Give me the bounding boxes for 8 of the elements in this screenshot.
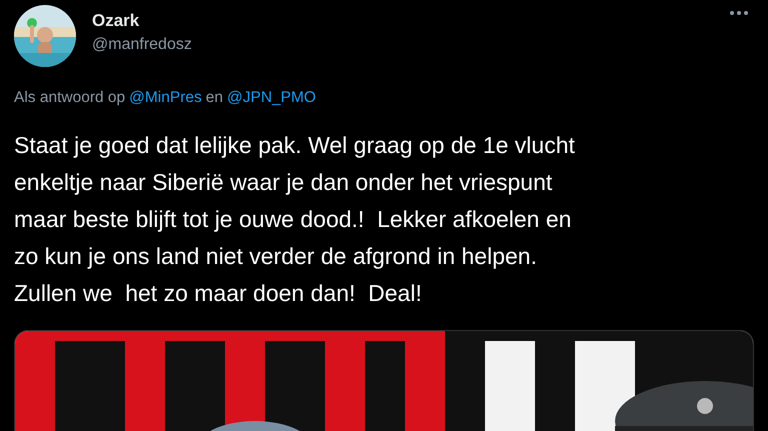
author-name[interactable]: Ozark xyxy=(92,11,714,31)
tweet-text: Staat je goed dat lelijke pak. Wel graag op de 1e vlucht enkeltje naar Siberië waar je dan onder het vriespunt maar beste blijft tot je ouwe dood.! Lekker afkoelen en zo kun je ons land niet verder de afgrond in helpen. Zullen we het zo maar doen dan! Deal! xyxy=(14,131,576,308)
reply-label: en xyxy=(206,89,223,107)
mention-link[interactable]: @MinPres xyxy=(129,89,202,107)
mention-link[interactable]: @JPN_PMO xyxy=(227,89,316,107)
author-handle[interactable]: @manfredosz xyxy=(92,36,714,54)
reply-label: Als antwoord op xyxy=(14,89,126,107)
more-icon[interactable] xyxy=(730,11,748,15)
